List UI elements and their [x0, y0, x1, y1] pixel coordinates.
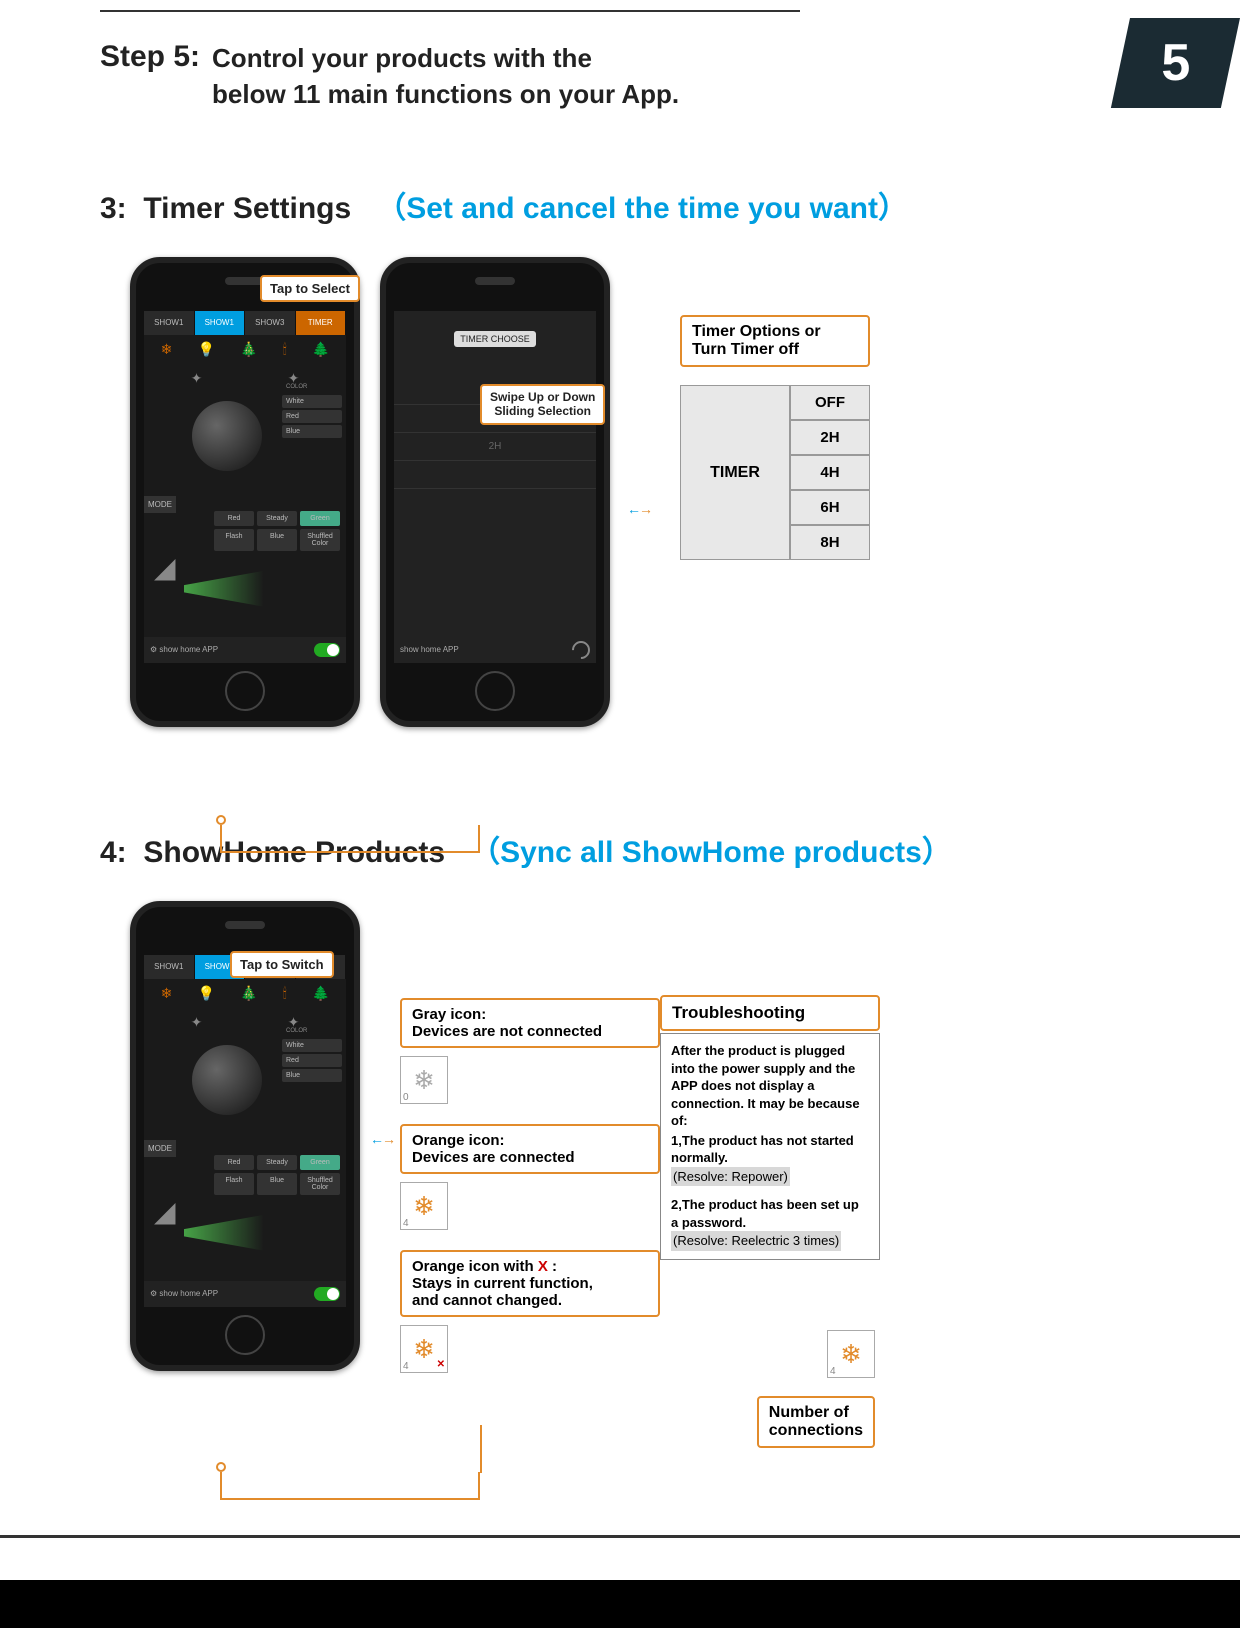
- callout-tap-select: Tap to Select: [260, 275, 360, 302]
- color-dial[interactable]: [192, 1045, 262, 1115]
- orange-icon-info: Orange icon: Devices are connected: [400, 1124, 660, 1174]
- page-header: Step 5: Control your products with the b…: [0, 40, 1240, 113]
- power-toggle[interactable]: [314, 643, 340, 657]
- page-number-badge: 5: [1111, 18, 1240, 108]
- tree-icon[interactable]: 🎄: [240, 341, 257, 358]
- bottom-black-bar: [0, 1580, 1240, 1628]
- section-3-title: 3: Timer Settings （Set and cancel the ti…: [0, 183, 1240, 227]
- bulb-icon[interactable]: 💡: [198, 341, 215, 358]
- tree-icon[interactable]: 🎄: [240, 985, 257, 1002]
- undo-icon[interactable]: [568, 637, 593, 662]
- orange-snowflake-icon: ❄4: [400, 1182, 448, 1230]
- icon-info-column: Gray icon: Devices are not connected ❄0 …: [400, 998, 660, 1393]
- timer-choose-pill[interactable]: TIMER CHOOSE: [454, 331, 536, 347]
- tree2-icon[interactable]: 🌲: [312, 985, 329, 1002]
- timer-option: 8H: [790, 525, 870, 560]
- timer-option: 4H: [790, 455, 870, 490]
- gear-icon[interactable]: ⚙: [150, 645, 157, 654]
- orange-x-icon-info: Orange icon with X : Stays in current fu…: [400, 1250, 660, 1317]
- mode-label: MODE: [144, 496, 176, 513]
- step-label: Step 5:: [100, 40, 200, 74]
- candle-icon[interactable]: 🕯: [283, 985, 287, 1002]
- tab-show1-active[interactable]: SHOW1: [195, 311, 246, 335]
- color-dial[interactable]: [192, 401, 262, 471]
- section-4-title: 4: ShowHome Products （Sync all ShowHome …: [0, 827, 1240, 871]
- phone-screen-timer: TIMER CHOOSE 2H OFF 2H show home APP: [394, 311, 596, 663]
- callout-tap-switch: Tap to Switch: [230, 951, 334, 978]
- troubleshooting-block: Troubleshooting After the product is plu…: [660, 995, 880, 1260]
- top-rule: [100, 10, 800, 12]
- gray-snowflake-icon: ❄0: [400, 1056, 448, 1104]
- power-toggle[interactable]: [314, 1287, 340, 1301]
- phone-mockup-main: SHOW1 SHOW1 SHOW3 TIMER ❄ 💡 🎄 🕯 🌲 ✦ ✦: [130, 257, 360, 727]
- connector-dot-2: [216, 1462, 226, 1472]
- candle-icon[interactable]: 🕯: [283, 341, 287, 358]
- bottom-rule: [0, 1535, 1240, 1538]
- troubleshooting-title: Troubleshooting: [660, 995, 880, 1031]
- double-arrow-icon: [627, 501, 651, 517]
- jelly-icon[interactable]: ✦: [191, 370, 203, 387]
- troubleshooting-body: After the product is plugged into the po…: [660, 1033, 880, 1260]
- double-arrow-icon: [370, 1131, 394, 1147]
- gray-icon-info: Gray icon: Devices are not connected: [400, 998, 660, 1048]
- timer-option: 2H: [790, 420, 870, 455]
- tab-show3[interactable]: SHOW3: [245, 311, 296, 335]
- tab-timer[interactable]: TIMER: [296, 311, 347, 335]
- connector-dot: [216, 815, 226, 825]
- gear-icon[interactable]: ⚙: [150, 1289, 157, 1298]
- timer-options-table: TIMER OFF2H4H6H8H: [680, 385, 870, 560]
- timer-options-label: Timer Options or Turn Timer off: [680, 315, 870, 367]
- snowflake-icon[interactable]: ❄: [161, 985, 173, 1002]
- timer-table-header: TIMER: [680, 385, 790, 560]
- phone-mockup-timer: TIMER CHOOSE 2H OFF 2H show home APP: [380, 257, 610, 727]
- connections-count-label: Number of connections: [757, 1396, 875, 1448]
- timer-option: OFF: [790, 385, 870, 420]
- bracket-connector-2: [220, 1472, 480, 1500]
- light-beam: [184, 571, 264, 607]
- manual-page: Step 5: Control your products with the b…: [0, 0, 1240, 1580]
- bulb-icon[interactable]: 💡: [198, 985, 215, 1002]
- callout-swipe: Swipe Up or Down Sliding Selection: [480, 384, 605, 425]
- connections-count-icon: ❄4: [827, 1330, 875, 1378]
- tree2-icon[interactable]: 🌲: [312, 341, 329, 358]
- snowflake-icon[interactable]: ❄: [161, 341, 173, 358]
- timer-options-block: Timer Options or Turn Timer off TIMER OF…: [680, 315, 870, 560]
- spotlight-icon: ◢: [154, 551, 176, 584]
- step-description: Control your products with the below 11 …: [212, 40, 679, 113]
- orange-x-snowflake-icon: ❄4✕: [400, 1325, 448, 1373]
- phone-screen-main: SHOW1 SHOW1 SHOW3 TIMER ❄ 💡 🎄 🕯 🌲 ✦ ✦: [144, 311, 346, 663]
- tab-show1[interactable]: SHOW1: [144, 311, 195, 335]
- phone-screen-products: SHOW1 SHOW1 SHOW3 TIMER ❄ 💡 🎄 🕯 🌲 ✦ ✦: [144, 955, 346, 1307]
- timer-option: 6H: [790, 490, 870, 525]
- bracket-connector: [220, 825, 480, 853]
